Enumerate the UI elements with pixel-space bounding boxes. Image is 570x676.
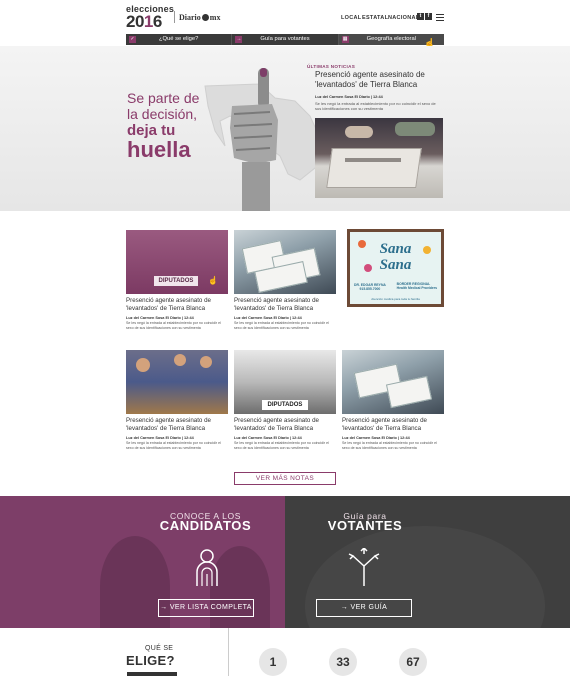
nav-estatal[interactable]: ESTATAL (362, 15, 388, 21)
featured-news-title[interactable]: Presenció agente asesinato de 'levantado… (315, 70, 445, 90)
facebook-icon[interactable]: f (425, 13, 432, 20)
news-card-meta: Luz del Carmen Sosa El Diario | 12:44 (126, 436, 194, 440)
header: elecciones 2016 Diario mx LOCAL ESTATAL N… (0, 0, 570, 32)
section-underline (127, 672, 177, 676)
featured-news-image[interactable] (315, 118, 443, 198)
ad-title: Sana Sana (379, 241, 412, 273)
globe-icon (201, 14, 209, 21)
news-card-meta: Luz del Carmen Sosa El Diario | 12:44 (126, 316, 194, 320)
news-card-title[interactable]: Presenció agente asesinato de 'levantado… (342, 417, 444, 433)
news-card-desc: Se les negó la entrada al establecimient… (126, 321, 221, 330)
nav-label: ¿Qué se elige? (159, 36, 199, 42)
nav-que-se-elige[interactable]: ✓ ¿Qué se elige? (126, 34, 233, 45)
elige-label: ELIGE? (126, 653, 175, 668)
checkbox-icon: ✓ (129, 36, 136, 43)
news-card-meta: Luz del Carmen Sosa El Diario | 12:44 (342, 436, 410, 440)
ver-mas-notas-button[interactable]: VER MÁS NOTAS (234, 472, 336, 485)
ver-lista-completa-button[interactable]: → VER LISTA COMPLETA (158, 599, 254, 617)
hamburger-menu-icon[interactable] (436, 14, 444, 21)
news-card-desc: Se les negó la entrada al establecimient… (234, 441, 329, 450)
nav-local[interactable]: LOCAL (341, 15, 361, 21)
news-card[interactable]: Presenció agente asesinato de 'levantado… (342, 350, 444, 450)
news-thumbnail[interactable]: DIPUTADOS (234, 350, 336, 414)
nav-label: Geografía electoral (366, 36, 416, 42)
news-thumbnail[interactable] (126, 350, 228, 414)
ad-content: Sana Sana DR. EDGAR REYNA 915.855.7000 BOR… (350, 232, 441, 304)
votantes-title: VOTANTES (327, 518, 403, 533)
featured-news-meta: Luz del Carmen Sosa El Diario | 12:44 (315, 95, 383, 99)
map-icon: ▦ (341, 36, 349, 43)
split-arrows-icon (348, 548, 380, 586)
ad-footer: Atención médica para toda tu familia (371, 297, 420, 301)
thumbs-up-hand-image (230, 68, 278, 211)
news-card[interactable]: DIPUTADOS Presenció agente asesinato de … (234, 350, 336, 450)
count-circle[interactable]: 67 (399, 648, 427, 676)
candidatos-title: CANDIDATOS (159, 518, 252, 533)
elecciones-logo[interactable]: elecciones 2016 (126, 5, 174, 31)
hero-banner: Se parte de la decisión, deja tu huella … (0, 46, 570, 211)
news-card[interactable]: Presenció agente asesinato de 'levantado… (126, 350, 228, 450)
votantes-panel: Guía para VOTANTES → VER GUÍA (285, 496, 570, 628)
news-thumbnail[interactable] (234, 230, 336, 294)
news-label: ÚLTIMAS NOTICIAS (307, 64, 356, 69)
ad-doctor: DR. EDGAR REYNA 915.855.7000 (354, 283, 386, 291)
hero-tagline-1: Se parte de (127, 90, 200, 106)
news-card-title[interactable]: Presenció agente asesinato de 'levantado… (234, 417, 336, 433)
thumbnail-caption: DIPUTADOS (154, 276, 198, 286)
nav-label: Guía para votantes (260, 36, 310, 42)
candidatos-panel: CONOCE A LOS CANDIDATOS → VER LISTA COMP… (0, 496, 285, 628)
section-divider (228, 628, 229, 676)
arrow-right-icon: → (235, 36, 243, 43)
logo-divider (174, 11, 175, 23)
news-card-meta: Luz del Carmen Sosa El Diario | 12:44 (234, 436, 302, 440)
featured-news-desc: Se les negó la entrada al establecimient… (315, 101, 436, 111)
hero-tagline-4: huella (127, 137, 191, 162)
nav-guia-votantes[interactable]: → Guía para votantes (232, 34, 339, 45)
nav-nacional[interactable]: NACIONAL (388, 15, 419, 21)
news-card-desc: Se les negó la entrada al establecimient… (234, 321, 329, 330)
news-card-desc: Se les negó la entrada al establecimient… (126, 441, 221, 450)
ver-guia-button[interactable]: → VER GUÍA (316, 599, 412, 617)
fingerprint-person-icon (196, 549, 218, 586)
ad-brand: BORDER REGIONAL Health Medical Providers (396, 282, 437, 290)
sana-sana-ad[interactable]: Sana Sana DR. EDGAR REYNA 915.855.7000 BOR… (347, 229, 444, 307)
page: elecciones 2016 Diario mx LOCAL ESTATAL N… (0, 0, 570, 676)
logo-year: 2016 (126, 12, 162, 31)
que-se-label: QUÉ SE (145, 645, 174, 652)
hero-tagline-2: la decisión, (127, 106, 198, 122)
news-card-title[interactable]: Presenció agente asesinato de 'levantado… (234, 297, 336, 313)
count-circle[interactable]: 1 (259, 648, 287, 676)
news-card-title[interactable]: Presenció agente asesinato de 'levantado… (126, 297, 228, 313)
thumbnail-caption: DIPUTADOS (262, 400, 308, 410)
partner-logo[interactable]: Diario mx (179, 13, 220, 22)
news-thumbnail[interactable] (342, 350, 444, 414)
news-card-title[interactable]: Presenció agente asesinato de 'levantado… (126, 417, 228, 433)
hand-cursor-icon: ☝ (208, 276, 218, 285)
news-card-meta: Luz del Carmen Sosa El Diario | 12:44 (234, 316, 302, 320)
que-se-elige-section: QUÉ SE ELIGE? 1 33 67 (0, 628, 570, 676)
section-navbar: ✓ ¿Qué se elige? → Guía para votantes ▦ … (126, 34, 444, 45)
news-card[interactable]: Presenció agente asesinato de 'levantado… (234, 230, 336, 330)
twitter-icon[interactable]: t (417, 13, 424, 20)
count-circle[interactable]: 33 (329, 648, 357, 676)
news-card-desc: Se les negó la entrada al establecimient… (342, 441, 437, 450)
